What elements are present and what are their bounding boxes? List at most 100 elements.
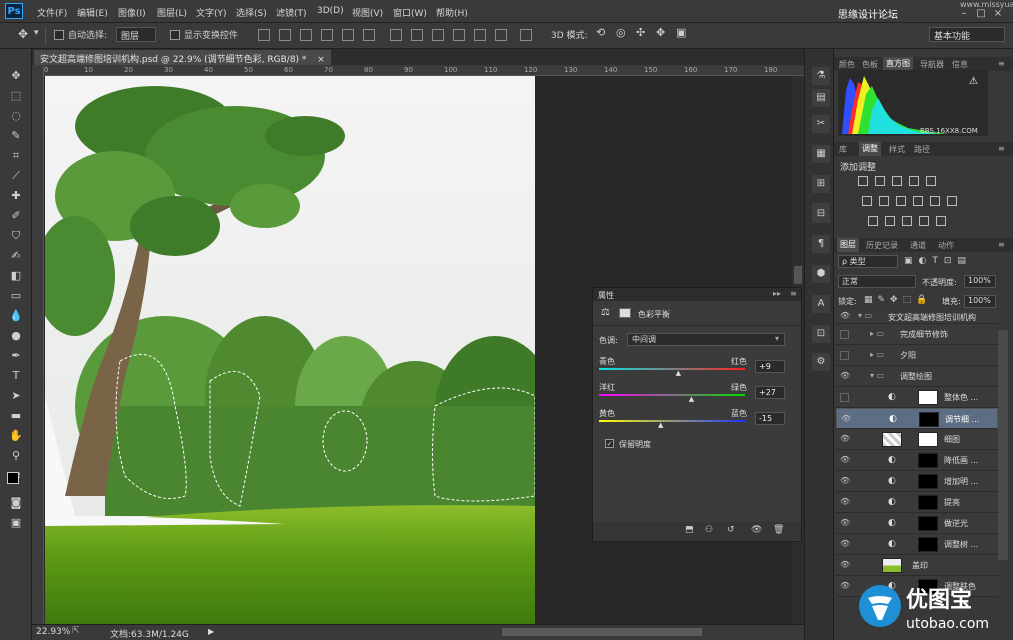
- visibility-eye-icon[interactable]: 👁: [841, 414, 851, 424]
- layer-mask-thumbnail[interactable]: [918, 453, 938, 468]
- 3d-slide-icon[interactable]: ✥: [656, 26, 665, 39]
- hand-tool-icon[interactable]: ✋: [8, 428, 24, 444]
- dodge-tool-icon[interactable]: ●: [8, 328, 24, 344]
- tab-info[interactable]: 信息: [952, 59, 968, 70]
- menu-edit[interactable]: 编辑(E): [77, 6, 108, 19]
- 3d-panel-icon[interactable]: ⬢: [812, 265, 830, 283]
- healing-tool-icon[interactable]: ✚: [8, 188, 24, 204]
- align-left-icon[interactable]: [321, 29, 333, 41]
- layer-row[interactable]: 👁 ◐ 调整树 ...: [836, 534, 998, 555]
- layer-row[interactable]: 👁 ◐ 降低画 ...: [836, 450, 998, 471]
- path-select-tool-icon[interactable]: ➤: [8, 388, 24, 404]
- document-photo[interactable]: [45, 76, 535, 624]
- document-tab[interactable]: 安文超高端修图培训机构.psd @ 22.9% (调节细节色彩, RGB/8) …: [34, 50, 331, 65]
- levels-icon[interactable]: [875, 176, 885, 186]
- visibility-empty-box[interactable]: [840, 330, 849, 339]
- clip-to-layer-icon[interactable]: ⬒: [685, 525, 694, 535]
- folder-expand-icon[interactable]: ▾ ▭: [858, 311, 872, 320]
- visibility-eye-icon[interactable]: 👁: [840, 455, 850, 465]
- slider-value[interactable]: -15: [755, 412, 785, 425]
- threshold-icon[interactable]: [902, 216, 912, 226]
- layer-row[interactable]: 👁 ▾ ▭ 调整绘图: [836, 366, 998, 387]
- black-white-icon[interactable]: [896, 196, 906, 206]
- status-menu-arrow-icon[interactable]: ▶: [208, 627, 214, 636]
- layer-mask-thumbnail[interactable]: [918, 390, 938, 405]
- blur-tool-icon[interactable]: 💧: [8, 308, 24, 324]
- eraser-tool-icon[interactable]: ◧: [8, 268, 24, 284]
- menu-view[interactable]: 视图(V): [352, 6, 383, 19]
- tone-dropdown[interactable]: 中间调: [627, 333, 785, 346]
- tab-layers[interactable]: 图层: [837, 238, 859, 252]
- slider-thumb[interactable]: ▲: [676, 369, 681, 377]
- zoom-tool-icon[interactable]: ⚲: [8, 448, 24, 464]
- 3d-rotate-icon[interactable]: ⟲: [596, 26, 605, 39]
- slider-value[interactable]: +27: [755, 386, 785, 399]
- character-styles-icon[interactable]: A: [812, 295, 830, 313]
- curves-icon[interactable]: [892, 176, 902, 186]
- brush-tool-icon[interactable]: ✐: [8, 208, 24, 224]
- auto-align-icon[interactable]: [520, 29, 532, 41]
- visibility-eye-icon[interactable]: 👁: [840, 497, 850, 507]
- visibility-empty-box[interactable]: [840, 393, 849, 402]
- slider-track[interactable]: [599, 394, 745, 396]
- quick-select-tool-icon[interactable]: ✎: [8, 128, 24, 144]
- tab-navigator[interactable]: 导航器: [920, 59, 944, 70]
- vibrance-icon[interactable]: [926, 176, 936, 186]
- preserve-luminosity-checkbox[interactable]: ✓: [605, 439, 614, 448]
- folder-icon[interactable]: ▸ ▭: [870, 350, 884, 359]
- visibility-eye-icon[interactable]: 👁: [840, 518, 850, 528]
- auto-select-dropdown[interactable]: 图层: [116, 27, 156, 42]
- slider-track[interactable]: [599, 368, 745, 370]
- mask-icon[interactable]: [619, 308, 631, 318]
- view-previous-icon[interactable]: ⚇: [705, 525, 713, 535]
- visibility-eye-icon[interactable]: 👁: [840, 476, 850, 486]
- adjustments-strip-icon[interactable]: ⚙: [812, 353, 830, 371]
- tool-preset-chevron-icon[interactable]: ▾: [34, 28, 39, 38]
- paragraph-panel-icon[interactable]: ¶: [812, 235, 830, 253]
- move-tool-icon[interactable]: ✥: [8, 68, 24, 84]
- visibility-eye-icon[interactable]: 👁: [840, 434, 850, 444]
- 3d-scale-icon[interactable]: ▣: [676, 26, 686, 39]
- move-tool-icon[interactable]: ✥: [18, 27, 28, 41]
- layer-filter-dropdown[interactable]: ρ 类型: [838, 255, 898, 268]
- slider-thumb[interactable]: ▲: [689, 395, 694, 403]
- tab-color[interactable]: 颜色: [839, 59, 855, 70]
- distribute-right-icon[interactable]: [495, 29, 507, 41]
- invert-icon[interactable]: [868, 216, 878, 226]
- gradient-tool-icon[interactable]: ▭: [8, 288, 24, 304]
- layer-row[interactable]: 👁 ◐ 增加明 ...: [836, 471, 998, 492]
- panel-menu-icon[interactable]: ≡: [998, 240, 1005, 249]
- 3d-roll-icon[interactable]: ◎: [616, 26, 626, 39]
- lasso-tool-icon[interactable]: ◌: [8, 108, 24, 124]
- slider-track[interactable]: [599, 420, 745, 422]
- chevron-down-icon[interactable]: ▾: [775, 334, 779, 343]
- layer-row-selected[interactable]: 👁 ◐ 调节细 ...: [836, 408, 998, 429]
- 3d-drag-icon[interactable]: ✣: [636, 26, 645, 39]
- scrollbar-thumb[interactable]: [794, 266, 802, 284]
- tab-histogram[interactable]: 直方图: [883, 57, 913, 71]
- layer-row[interactable]: ◐ 整体色 ...: [836, 387, 998, 408]
- stamp-tool-icon[interactable]: ⛉: [8, 228, 24, 244]
- layer-thumbnail[interactable]: [882, 432, 902, 447]
- layer-row[interactable]: ▸ ▭ 夕阳: [836, 345, 998, 366]
- visibility-eye-icon[interactable]: 👁: [840, 539, 850, 549]
- screen-mode-icon[interactable]: ▣: [8, 515, 24, 531]
- history-panel-icon[interactable]: ⚗: [812, 67, 830, 85]
- align-right-icon[interactable]: [363, 29, 375, 41]
- tab-library[interactable]: 库: [839, 144, 847, 155]
- layer-mask-thumbnail[interactable]: [918, 495, 938, 510]
- tab-channels[interactable]: 通道: [910, 240, 926, 251]
- blend-mode-dropdown[interactable]: 正常: [838, 275, 916, 288]
- panel-menu-icon[interactable]: ≡: [790, 289, 797, 298]
- fill-input[interactable]: 100%: [964, 295, 996, 308]
- menu-select[interactable]: 选择(S): [236, 6, 267, 19]
- layer-row[interactable]: 👁 ▾ ▭ 安文超高端修图培训机构: [836, 310, 998, 324]
- menu-3d[interactable]: 3D(D): [317, 6, 344, 16]
- layer-mask-thumbnail[interactable]: [918, 516, 938, 531]
- slider-value[interactable]: +9: [755, 360, 785, 373]
- quick-mask-icon[interactable]: ◙: [8, 495, 24, 511]
- folder-icon[interactable]: ▸ ▭: [870, 329, 884, 338]
- workspace-dropdown[interactable]: 基本功能: [929, 27, 1005, 42]
- toggle-visibility-icon[interactable]: 👁: [751, 525, 762, 535]
- align-bottom-icon[interactable]: [300, 29, 312, 41]
